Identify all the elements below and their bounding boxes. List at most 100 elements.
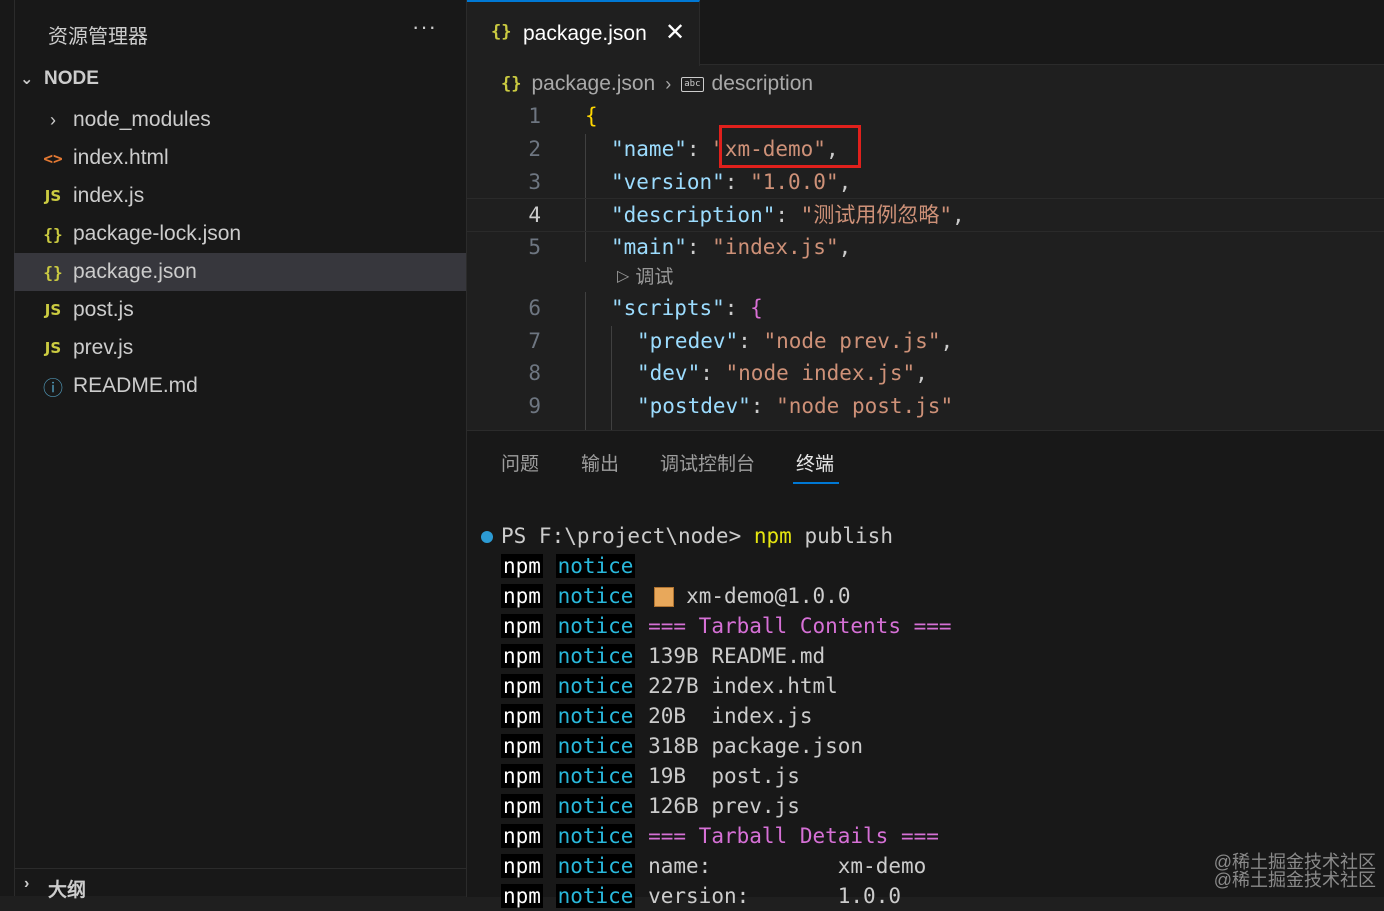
tree-item-post-js[interactable]: JS post.js bbox=[14, 291, 466, 329]
file-name: index.html bbox=[711, 674, 838, 698]
chevron-right-icon: › bbox=[24, 875, 30, 892]
npm-tag: npm bbox=[501, 644, 543, 668]
npm-tag: npm bbox=[501, 734, 543, 758]
tarball-contents-header: === Tarball Contents === bbox=[648, 614, 952, 638]
file-name: post.js bbox=[711, 764, 800, 788]
chevron-down-icon: ⌄ bbox=[20, 71, 34, 88]
json-string: "1.0.0" bbox=[750, 170, 839, 194]
file-size: 318B bbox=[648, 734, 699, 758]
json-icon: {} bbox=[491, 22, 512, 42]
tree-item-index-js[interactable]: JS index.js bbox=[14, 177, 466, 215]
terminal-command-arg: publish bbox=[791, 524, 893, 548]
notice-tag: notice bbox=[555, 884, 636, 908]
chevron-right-icon: › bbox=[665, 73, 672, 94]
tree-item-label: prev.js bbox=[73, 336, 134, 359]
terminal-command: npm bbox=[753, 524, 792, 548]
npm-tag: npm bbox=[501, 824, 543, 848]
active-tab-indicator bbox=[793, 482, 839, 484]
folder-section-label: NODE bbox=[44, 68, 99, 89]
play-icon: ▷ bbox=[617, 267, 630, 285]
code-line-current: 4 "description": "测试用例忽略", bbox=[467, 198, 1384, 232]
tab-terminal[interactable]: 终端 bbox=[796, 449, 834, 476]
notice-tag: notice bbox=[555, 734, 636, 758]
notice-tag: notice bbox=[555, 764, 636, 788]
tab-problems[interactable]: 问题 bbox=[501, 449, 539, 476]
json-icon: {} bbox=[43, 262, 63, 282]
file-name: index.js bbox=[711, 704, 813, 728]
colon: : bbox=[775, 203, 801, 227]
outline-label: 大纲 bbox=[48, 880, 87, 901]
tree-item-node-modules[interactable]: › node_modules bbox=[14, 101, 466, 139]
notice-tag: notice bbox=[555, 854, 636, 878]
code-text: { bbox=[585, 100, 598, 132]
file-size: 227B bbox=[648, 674, 699, 698]
notice-tag: notice bbox=[555, 824, 636, 848]
code-text: "scripts": { bbox=[611, 292, 763, 324]
tree-item-package-lock-json[interactable]: {} package-lock.json bbox=[14, 215, 466, 253]
notice-tag: notice bbox=[555, 644, 636, 668]
tree-item-label: post.js bbox=[73, 298, 134, 321]
folder-section-node[interactable]: ⌄ NODE bbox=[20, 68, 99, 90]
breadcrumb-symbol[interactable]: description bbox=[712, 72, 814, 96]
outline-section[interactable]: › 大纲 bbox=[14, 868, 466, 901]
tree-item-label: package.json bbox=[73, 260, 197, 283]
debug-codelens[interactable]: ▷ 调试 bbox=[617, 262, 673, 289]
brace: { bbox=[585, 104, 598, 128]
terminal-line: npm notice 20B index.js bbox=[501, 701, 813, 731]
terminal-line: npm notice 139B README.md bbox=[501, 641, 825, 671]
npm-tag: npm bbox=[501, 854, 543, 878]
code-line: 8 "dev": "node index.js", bbox=[467, 357, 1384, 389]
terminal-line: npm notice === Tarball Details === bbox=[501, 821, 939, 851]
tree-item-readme-md[interactable]: ⓘ README.md bbox=[14, 367, 466, 405]
command-status-icon bbox=[481, 531, 493, 543]
more-actions-icon[interactable]: ··· bbox=[412, 14, 437, 40]
tab-debug-console[interactable]: 调试控制台 bbox=[660, 449, 755, 476]
notice-tag: notice bbox=[555, 704, 636, 728]
comma: , bbox=[838, 170, 852, 194]
notice-tag: notice bbox=[555, 674, 636, 698]
detail-value: xm-demo bbox=[837, 854, 927, 878]
code-line: 6 "scripts": { bbox=[467, 292, 1384, 324]
npm-tag: npm bbox=[501, 704, 543, 728]
tab-package-json[interactable]: {} package.json ✕ bbox=[467, 0, 700, 66]
notice-tag: notice bbox=[555, 614, 636, 638]
explorer-sidebar: 资源管理器 ··· ⌄ NODE › node_modules <> index… bbox=[0, 0, 466, 901]
editor-tabbar: {} package.json ✕ bbox=[467, 0, 1384, 66]
json-string: "测试用例忽略" bbox=[800, 203, 952, 227]
line-number: 9 bbox=[528, 394, 541, 418]
colon: : bbox=[686, 137, 713, 161]
colon: : bbox=[738, 329, 764, 353]
tarball-details-header: === Tarball Details === bbox=[648, 824, 939, 848]
line-number: 5 bbox=[528, 235, 541, 259]
detail-key: name: bbox=[648, 854, 838, 878]
npm-tag: npm bbox=[501, 584, 543, 608]
terminal-line: PS F:\project\node> npm publish bbox=[501, 521, 893, 551]
terminal-line: npm notice name: xm-demo bbox=[501, 851, 926, 881]
terminal-line: npm notice 126B prev.js bbox=[501, 791, 800, 821]
code-text: "dev": "node index.js", bbox=[637, 357, 928, 389]
package-icon bbox=[654, 587, 675, 607]
close-icon[interactable]: ✕ bbox=[665, 18, 685, 47]
breadcrumb-file[interactable]: package.json bbox=[531, 72, 655, 96]
comma: , bbox=[838, 235, 852, 259]
notice-tag: notice bbox=[555, 794, 636, 818]
json-key: "description" bbox=[611, 203, 776, 227]
file-size: 139B bbox=[648, 644, 699, 668]
tree-item-package-json[interactable]: {} package.json bbox=[14, 253, 466, 291]
line-number: 1 bbox=[528, 104, 541, 128]
comma: , bbox=[951, 203, 965, 227]
tab-output[interactable]: 输出 bbox=[581, 449, 619, 476]
tree-item-prev-js[interactable]: JS prev.js bbox=[14, 329, 466, 367]
json-string: "index.js" bbox=[712, 235, 839, 259]
code-text: "description": "测试用例忽略", bbox=[611, 199, 965, 231]
colon: : bbox=[700, 361, 726, 385]
json-key: "dev" bbox=[637, 361, 701, 385]
tree-item-label: node_modules bbox=[73, 108, 211, 131]
file-size: 126B bbox=[648, 794, 699, 818]
chevron-right-icon: › bbox=[50, 109, 56, 130]
activity-strip bbox=[0, 0, 15, 896]
tree-item-index-html[interactable]: <> index.html bbox=[14, 139, 466, 177]
terminal-line: npm notice version: 1.0.0 bbox=[501, 881, 901, 911]
bottom-panel: 问题 输出 调试控制台 终端 PS F:\project\node> npm p… bbox=[466, 430, 1384, 908]
breadcrumb: {} package.json › abc description bbox=[501, 70, 813, 98]
